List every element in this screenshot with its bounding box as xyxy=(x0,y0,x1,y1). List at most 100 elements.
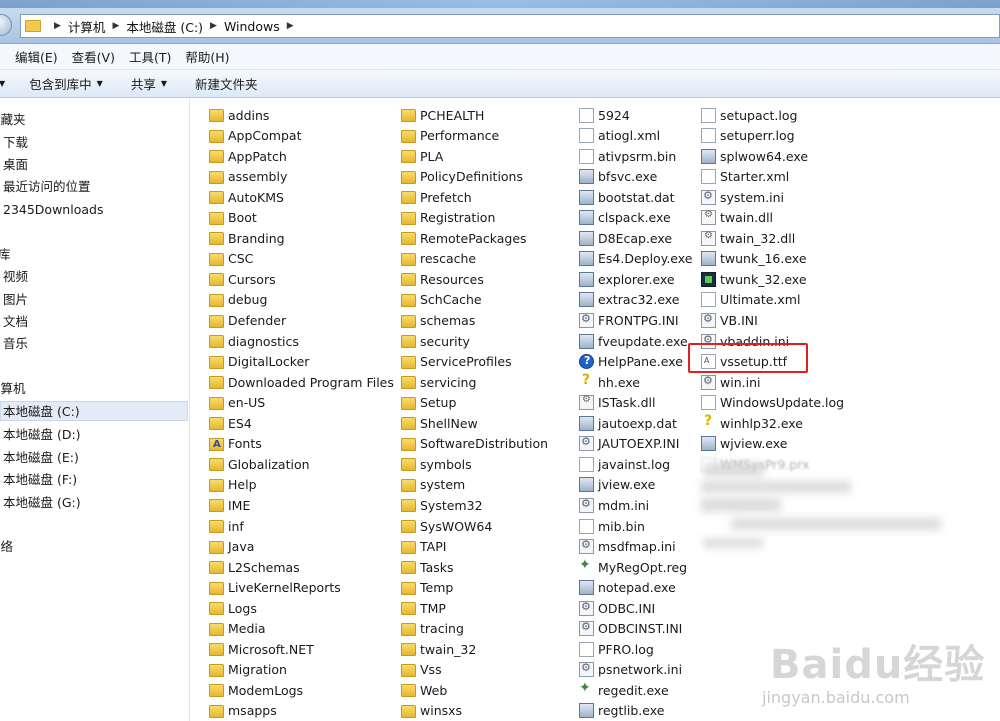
network-header[interactable]: 网络 xyxy=(0,537,176,557)
file-item[interactable]: JAUTOEXP.INI xyxy=(579,434,679,454)
file-item[interactable]: TAPI xyxy=(401,537,446,557)
file-item[interactable]: L2Schemas xyxy=(209,557,300,577)
file-item[interactable]: ServiceProfiles xyxy=(401,352,512,372)
file-item[interactable]: PCHEALTH xyxy=(401,105,484,125)
file-item[interactable]: addins xyxy=(209,105,269,125)
file-item[interactable]: mdm.ini xyxy=(579,495,649,515)
menu-edit[interactable]: 编辑(E) xyxy=(15,47,58,66)
file-item[interactable]: Branding xyxy=(209,228,285,248)
file-item[interactable]: Globalization xyxy=(209,454,310,474)
file-item[interactable]: bootstat.dat xyxy=(579,187,675,207)
file-item[interactable]: jautoexp.dat xyxy=(579,413,677,433)
file-item[interactable]: Boot xyxy=(209,208,257,228)
file-item[interactable]: DigitalLocker xyxy=(209,352,309,372)
chevron-right-icon[interactable]: ▶ xyxy=(112,21,119,31)
file-item[interactable]: Media xyxy=(209,619,266,639)
file-item[interactable]: ODBC.INI xyxy=(579,598,655,618)
nav-item-videos[interactable]: 视频 xyxy=(3,267,191,287)
file-item[interactable]: Microsoft.NET xyxy=(209,639,314,659)
favorites-header[interactable]: 收藏夹 xyxy=(0,110,176,130)
file-item[interactable]: 5924 xyxy=(579,105,630,125)
file-item[interactable]: notepad.exe xyxy=(579,578,676,598)
chevron-right-icon[interactable]: ▶ xyxy=(210,21,217,31)
file-item[interactable]: setupact.log xyxy=(701,105,797,125)
file-item[interactable]: symbols xyxy=(401,454,472,474)
file-item[interactable]: ODBCINST.INI xyxy=(579,619,682,639)
file-item[interactable]: twain.dll xyxy=(701,208,773,228)
file-item[interactable]: Help xyxy=(209,475,257,495)
file-item[interactable]: Migration xyxy=(209,660,287,680)
file-item[interactable]: PFRO.log xyxy=(579,639,654,659)
file-item[interactable]: Temp xyxy=(401,578,453,598)
file-item[interactable]: system.ini xyxy=(701,187,784,207)
file-item[interactable]: diagnostics xyxy=(209,331,299,351)
file-item[interactable]: wjview.exe xyxy=(701,434,787,454)
file-item[interactable]: schemas xyxy=(401,311,475,331)
computer-header[interactable]: 计算机 xyxy=(0,379,176,399)
file-item[interactable]: jview.exe xyxy=(579,475,655,495)
file-item[interactable]: HelpPane.exe xyxy=(579,352,683,372)
file-item[interactable]: twain_32.dll xyxy=(701,228,795,248)
file-item[interactable]: regtlib.exe xyxy=(579,701,664,721)
file-item[interactable]: TMP xyxy=(401,598,446,618)
file-item[interactable]: System32 xyxy=(401,495,483,515)
file-item[interactable]: atiogl.xml xyxy=(579,126,660,146)
libraries-header[interactable]: 库 xyxy=(0,245,186,265)
file-item[interactable]: Es4.Deploy.exe xyxy=(579,249,692,269)
new-folder-button[interactable]: 新建文件夹 xyxy=(195,74,258,93)
file-item[interactable]: en-US xyxy=(209,393,265,413)
back-button[interactable] xyxy=(0,14,12,36)
nav-item-drive-c[interactable]: 本地磁盘 (C:) xyxy=(0,401,188,421)
file-item[interactable]: winhlp32.exe xyxy=(701,413,803,433)
file-item[interactable]: Vss xyxy=(401,660,442,680)
file-item[interactable]: CSC xyxy=(209,249,253,269)
breadcrumb-windows[interactable]: Windows xyxy=(224,19,280,34)
file-item[interactable]: fveupdate.exe xyxy=(579,331,688,351)
nav-item-desktop[interactable]: 桌面 xyxy=(3,155,191,175)
file-item[interactable]: msapps xyxy=(209,701,277,721)
file-item[interactable]: msdfmap.ini xyxy=(579,537,676,557)
nav-item-drive-f[interactable]: 本地磁盘 (F:) xyxy=(3,470,191,490)
file-item[interactable]: security xyxy=(401,331,470,351)
nav-item-pictures[interactable]: 图片 xyxy=(3,290,191,310)
file-item[interactable]: Starter.xml xyxy=(701,167,789,187)
file-item[interactable]: regedit.exe xyxy=(579,680,669,700)
file-item[interactable]: system xyxy=(401,475,465,495)
file-item[interactable]: explorer.exe xyxy=(579,269,675,289)
file-item[interactable]: win.ini xyxy=(701,372,760,392)
file-item[interactable]: Registration xyxy=(401,208,495,228)
file-item[interactable]: twunk_16.exe xyxy=(701,249,807,269)
nav-item-downloads[interactable]: 下载 xyxy=(3,133,191,153)
nav-item-drive-d[interactable]: 本地磁盘 (D:) xyxy=(3,425,191,445)
file-item[interactable]: psnetwork.ini xyxy=(579,660,682,680)
organize-dropdown[interactable]: ▼ xyxy=(0,79,5,88)
file-item[interactable]: hh.exe xyxy=(579,372,640,392)
file-item[interactable]: ativpsrm.bin xyxy=(579,146,676,166)
share-button[interactable]: 共享 ▼ xyxy=(131,74,167,93)
menu-view[interactable]: 查看(V) xyxy=(72,47,115,66)
file-item[interactable]: ISTask.dll xyxy=(579,393,655,413)
file-item[interactable]: ShellNew xyxy=(401,413,478,433)
file-item[interactable]: Performance xyxy=(401,126,499,146)
file-item[interactable]: inf xyxy=(209,516,244,536)
file-item[interactable]: Setup xyxy=(401,393,456,413)
file-item[interactable]: tracing xyxy=(401,619,464,639)
file-item[interactable]: ModemLogs xyxy=(209,680,303,700)
file-item[interactable]: AutoKMS xyxy=(209,187,284,207)
file-item[interactable]: IME xyxy=(209,495,250,515)
file-item[interactable]: mib.bin xyxy=(579,516,645,536)
file-item[interactable]: SysWOW64 xyxy=(401,516,492,536)
file-item[interactable]: PolicyDefinitions xyxy=(401,167,523,187)
file-item[interactable]: AppPatch xyxy=(209,146,287,166)
file-item[interactable]: assembly xyxy=(209,167,287,187)
file-item[interactable]: ES4 xyxy=(209,413,252,433)
file-item[interactable]: AppCompat xyxy=(209,126,301,146)
file-item[interactable]: Prefetch xyxy=(401,187,472,207)
file-item[interactable]: winsxs xyxy=(401,701,462,721)
file-item[interactable]: bfsvc.exe xyxy=(579,167,657,187)
file-item[interactable]: RemotePackages xyxy=(401,228,527,248)
breadcrumb-drive-c[interactable]: 本地磁盘 (C:) xyxy=(126,17,203,36)
chevron-right-icon[interactable]: ▶ xyxy=(287,21,294,31)
file-item[interactable]: MyRegOpt.reg xyxy=(579,557,687,577)
file-item[interactable]: Defender xyxy=(209,311,286,331)
